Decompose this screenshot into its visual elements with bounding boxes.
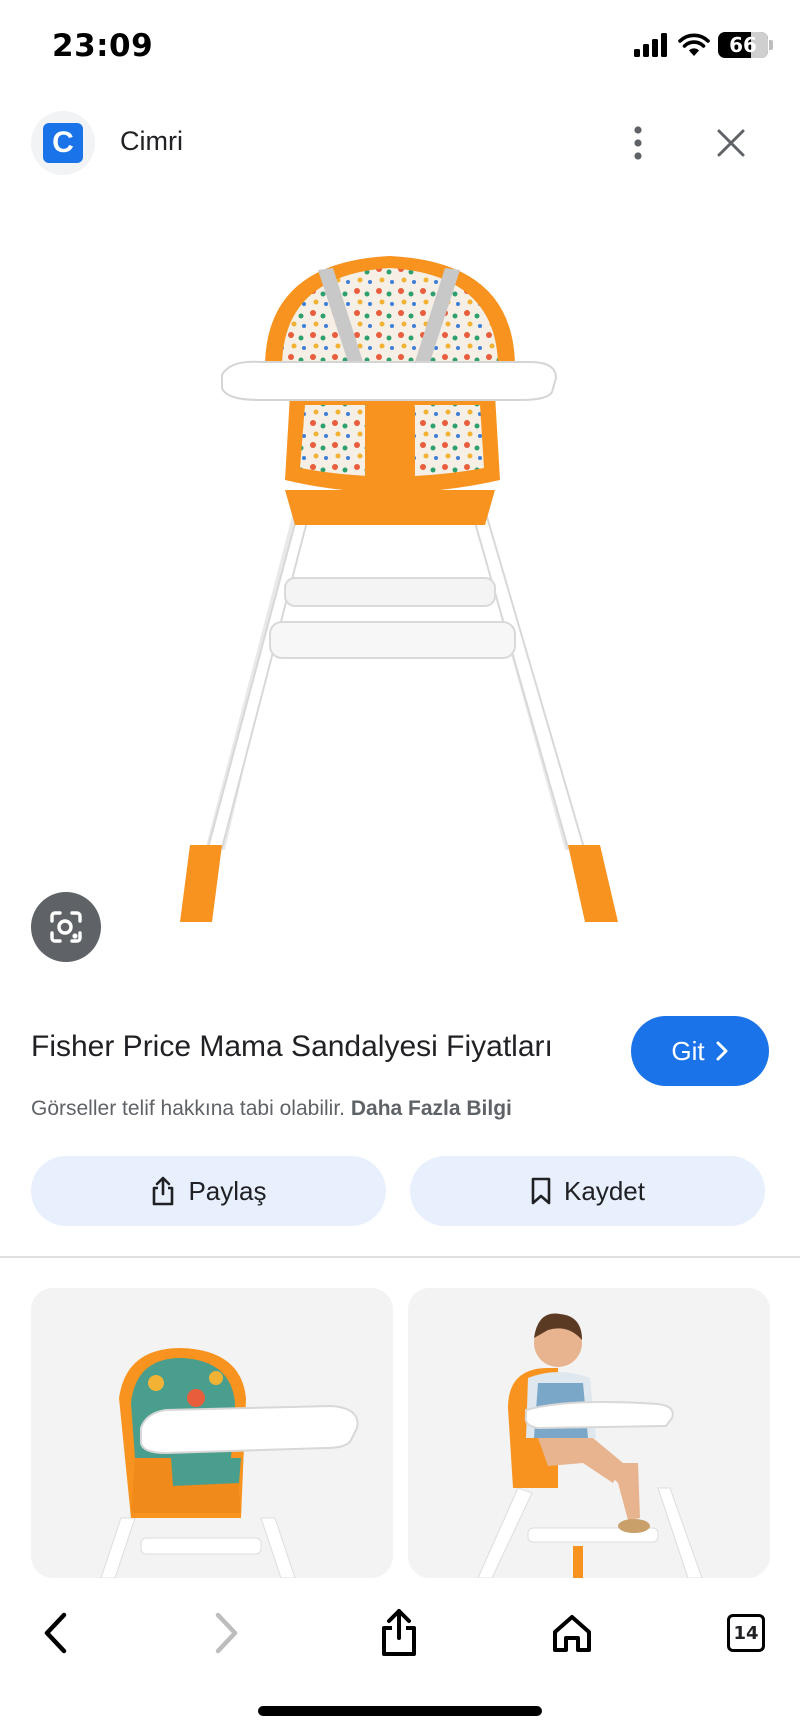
chevron-right-icon — [215, 1612, 238, 1654]
chevron-right-icon — [716, 1041, 728, 1061]
home-button[interactable] — [537, 1598, 607, 1668]
share-icon — [382, 1609, 416, 1656]
related-image-2[interactable] — [408, 1288, 770, 1578]
more-options-button[interactable] — [620, 118, 656, 168]
home-icon — [553, 1615, 591, 1652]
related-image-1[interactable] — [31, 1288, 393, 1578]
share-button-label: Paylaş — [188, 1175, 267, 1206]
copyright-text: Görseller telif hakkına tabi olabilir. — [31, 1097, 345, 1120]
high-chair-image — [180, 256, 618, 922]
site-header: C Cimri — [0, 100, 800, 190]
back-button[interactable] — [20, 1598, 90, 1668]
battery-icon: 66 — [718, 32, 773, 58]
battery-percent: 66 — [729, 33, 757, 57]
lens-icon — [50, 911, 82, 943]
status-time: 23:09 — [52, 28, 154, 64]
favicon-letter: C — [43, 123, 83, 163]
save-button[interactable]: Kaydet — [410, 1156, 765, 1226]
main-product-image[interactable] — [0, 200, 800, 980]
save-button-label: Kaydet — [564, 1175, 645, 1206]
site-name[interactable]: Cimri — [120, 126, 183, 157]
share-button[interactable]: Paylaş — [31, 1156, 386, 1226]
visit-button[interactable]: Git — [631, 1016, 769, 1086]
related-child-in-chair-image — [408, 1288, 770, 1578]
tab-count: 14 — [727, 1614, 765, 1652]
section-divider — [0, 1256, 800, 1258]
tabs-button[interactable]: 14 — [711, 1598, 781, 1668]
toolbar-share-button[interactable] — [364, 1598, 434, 1668]
close-icon — [717, 129, 745, 157]
close-button[interactable] — [706, 118, 756, 168]
home-indicator — [258, 1706, 542, 1716]
site-favicon[interactable]: C — [31, 111, 95, 175]
share-icon — [153, 1176, 174, 1206]
status-icons: 66 — [634, 32, 773, 58]
result-title[interactable]: Fisher Price Mama Sandalyesi Fiyatları — [31, 1030, 553, 1064]
bookmark-icon — [531, 1177, 551, 1205]
wifi-icon — [678, 33, 710, 56]
cellular-signal-icon — [634, 33, 667, 57]
google-lens-button[interactable] — [31, 892, 101, 962]
more-vert-icon — [634, 126, 642, 160]
copyright-notice: Görseller telif hakkına tabi olabilir. D… — [31, 1097, 512, 1121]
visit-button-label: Git — [671, 1035, 705, 1066]
chevron-left-icon — [44, 1612, 67, 1654]
forward-button[interactable] — [192, 1598, 262, 1668]
related-high-chair-image — [31, 1288, 393, 1578]
status-bar: 23:09 66 — [0, 0, 800, 96]
more-info-link[interactable]: Daha Fazla Bilgi — [351, 1097, 512, 1120]
